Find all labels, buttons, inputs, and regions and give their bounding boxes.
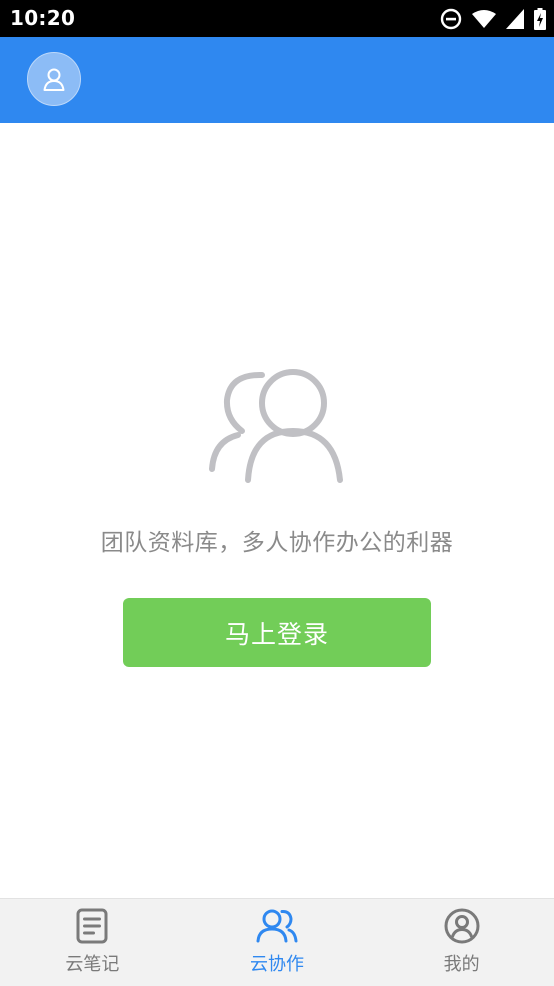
app-header [0, 37, 554, 123]
nav-item-collaboration[interactable]: 云协作 [185, 899, 370, 986]
status-bar: 10:20 [0, 0, 554, 37]
battery-charging-icon [534, 8, 546, 30]
main-content: 团队资料库，多人协作办公的利器 马上登录 [0, 123, 554, 898]
note-icon [76, 908, 108, 944]
nav-item-mine[interactable]: 我的 [369, 899, 554, 986]
team-icon [256, 909, 298, 943]
wifi-icon [472, 10, 496, 28]
status-icons [440, 7, 546, 31]
status-time: 10:20 [10, 6, 76, 30]
login-button[interactable]: 马上登录 [123, 598, 431, 667]
user-avatar-icon [43, 68, 65, 91]
nav-label-mine: 我的 [443, 954, 480, 975]
empty-state-text: 团队资料库，多人协作办公的利器 [100, 530, 454, 556]
nav-item-notes[interactable]: 云笔记 [0, 899, 185, 986]
nav-label-collaboration: 云协作 [250, 954, 304, 975]
user-avatar-button[interactable] [27, 52, 81, 106]
bottom-nav: 云笔记 云协作 我的 [0, 898, 554, 986]
nav-label-notes: 云笔记 [65, 954, 120, 975]
team-users-icon [209, 369, 343, 483]
signal-icon [506, 9, 524, 29]
profile-icon [444, 908, 480, 944]
do-not-disturb-icon [440, 8, 462, 30]
